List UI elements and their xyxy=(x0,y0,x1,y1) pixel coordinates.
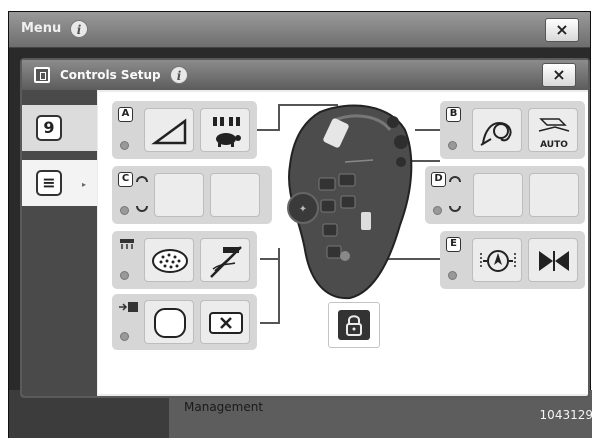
slot-f-button-field[interactable] xyxy=(144,238,194,282)
slot-group-d: D xyxy=(425,166,585,224)
roller-down-icon xyxy=(136,206,148,212)
slot-a-button-ramp[interactable] xyxy=(144,108,194,152)
tab-arrow-icon: ▸ xyxy=(82,180,87,189)
slot-group-b: B AUTO xyxy=(440,101,585,159)
menu-title: Menu xyxy=(21,21,62,36)
slot-indicator-a xyxy=(120,141,129,150)
dialog-close-button[interactable]: × xyxy=(542,63,576,87)
slot-d-button-empty-2[interactable] xyxy=(529,173,579,217)
slot-c-button-empty-1[interactable] xyxy=(154,173,204,217)
slot-indicator-b xyxy=(448,141,457,150)
slot-d-button-empty-1[interactable] xyxy=(473,173,523,217)
joystick-illustration-icon: ✦ xyxy=(287,104,413,300)
bowtie-icon xyxy=(539,251,569,271)
slot-group-e: E xyxy=(440,231,585,289)
slot-letter-d: D xyxy=(431,172,446,187)
roller-down-icon xyxy=(449,206,461,212)
connector-line xyxy=(260,322,280,324)
slot-indicator-d xyxy=(433,206,442,215)
slot-group-c: C xyxy=(112,166,272,224)
lock-button[interactable] xyxy=(328,302,380,348)
menu-info-icon[interactable]: i xyxy=(70,20,88,38)
list-tab-icon: ≡ xyxy=(36,170,62,196)
menu-background-label: Management xyxy=(184,400,264,414)
tab-joystick[interactable]: 9 xyxy=(22,105,97,151)
slot-group-a: A xyxy=(112,101,257,159)
slot-letter-e: E xyxy=(446,237,461,252)
slot-a-button-turtle[interactable] xyxy=(200,108,250,152)
slot-letter-c: C xyxy=(118,172,133,187)
slot-b-button-steering[interactable] xyxy=(472,108,522,152)
roller-up-icon xyxy=(136,176,148,182)
cancel-x-icon xyxy=(209,312,243,334)
implement-icon xyxy=(120,239,134,249)
slot-indicator-e xyxy=(448,271,457,280)
slot-indicator-f xyxy=(120,271,129,280)
turtle-speed-icon xyxy=(213,117,241,147)
field-grid-icon xyxy=(152,249,188,273)
figure-id-label: 1043129 xyxy=(539,408,593,422)
dialog-info-icon[interactable]: i xyxy=(170,66,188,84)
display-arrow-icon xyxy=(119,302,138,312)
padlock-icon xyxy=(346,315,362,336)
center-point-icon xyxy=(480,250,516,272)
auto-icon: AUTO xyxy=(538,118,570,150)
joystick-tab-icon: 9 xyxy=(36,115,62,141)
no-implement-icon xyxy=(210,246,242,278)
slot-c-button-empty-2[interactable] xyxy=(210,173,260,217)
slot-g-button-cancel[interactable] xyxy=(200,300,250,344)
slot-letter-a: A xyxy=(118,107,133,122)
ramp-icon xyxy=(151,118,187,145)
dialog-titlebar: Controls Setup i × xyxy=(22,60,588,90)
menu-titlebar: Menu i × xyxy=(9,12,590,48)
slot-b-button-auto[interactable]: AUTO xyxy=(528,108,578,152)
svg-text:✦: ✦ xyxy=(299,204,307,215)
dialog-title: Controls Setup xyxy=(60,68,161,82)
slot-g-button-empty[interactable] xyxy=(144,300,194,344)
menu-close-button[interactable]: × xyxy=(545,18,579,42)
slot-e-button-bowtie[interactable] xyxy=(528,238,578,282)
slot-e-button-center[interactable] xyxy=(472,238,522,282)
slot-group-f xyxy=(112,231,257,289)
slot-indicator-c xyxy=(120,206,129,215)
controls-setup-icon xyxy=(34,67,50,83)
slot-indicator-g xyxy=(120,332,129,341)
lock-button-face xyxy=(338,310,370,340)
auto-label: AUTO xyxy=(540,140,568,150)
slot-f-button-no-implement[interactable] xyxy=(200,238,250,282)
roller-up-icon xyxy=(449,176,461,182)
empty-rounded-icon xyxy=(154,308,186,338)
steering-wheel-icon xyxy=(480,121,512,146)
slot-letter-b: B xyxy=(446,107,461,122)
tab-list[interactable]: ≡ ▸ xyxy=(22,160,97,206)
slot-group-g xyxy=(112,294,257,350)
